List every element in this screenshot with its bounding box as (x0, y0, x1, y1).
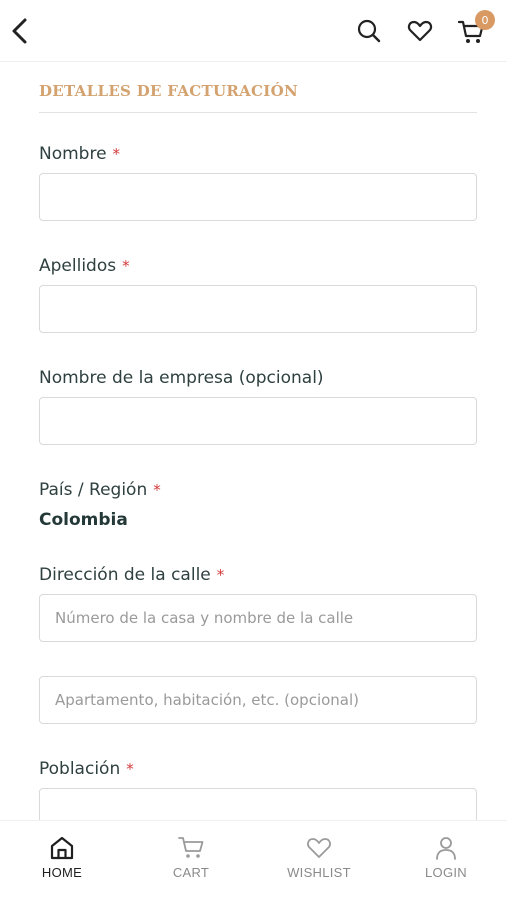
nav-login[interactable]: LOGIN (401, 835, 491, 880)
home-icon (50, 836, 74, 860)
first-name-field[interactable] (39, 173, 477, 221)
nav-login-label: LOGIN (425, 865, 467, 880)
top-bar: 0 (0, 0, 507, 62)
company-label: Nombre de la empresa (opcional) (39, 368, 324, 388)
search-button[interactable] (355, 17, 383, 45)
street-label: Dirección de la calle * (39, 565, 224, 585)
back-button[interactable] (8, 16, 34, 46)
nav-home-label: HOME (41, 865, 83, 880)
heart-icon (407, 20, 433, 42)
required-mark: * (216, 566, 225, 584)
required-mark: * (112, 145, 121, 163)
bottom-nav: HOME CART WISHLIST LOGIN (0, 820, 507, 900)
country-label-text: País / Región (39, 480, 148, 500)
cart-count-badge: 0 (475, 10, 495, 30)
first-name-label-text: Nombre (39, 144, 107, 164)
last-name-label-text: Apellidos (39, 256, 117, 276)
company-label-text: Nombre de la empresa (opcional) (39, 368, 324, 388)
heart-icon (307, 838, 331, 858)
nav-cart-label: CART (172, 865, 210, 880)
required-mark: * (126, 760, 134, 778)
chevron-left-icon (12, 18, 27, 44)
city-field[interactable] (39, 788, 477, 820)
cart-icon (178, 837, 204, 858)
street-label-text: Dirección de la calle (39, 565, 211, 585)
city-label: Población * (39, 759, 134, 779)
required-mark: * (153, 481, 161, 499)
user-icon (436, 837, 456, 860)
section-divider (39, 112, 477, 113)
section-title: DETALLES DE FACTURACIÓN (39, 82, 298, 100)
first-name-label: Nombre * (39, 144, 120, 164)
last-name-label: Apellidos * (39, 256, 130, 276)
street-address-field[interactable] (39, 594, 477, 642)
required-mark: * (122, 257, 130, 275)
nav-home[interactable]: HOME (17, 835, 107, 880)
last-name-field[interactable] (39, 285, 477, 333)
street-address-2-field[interactable] (39, 676, 477, 724)
company-field[interactable] (39, 397, 477, 445)
search-icon (357, 19, 381, 43)
country-value: Colombia (39, 510, 128, 530)
wishlist-button[interactable] (406, 17, 434, 45)
nav-wishlist[interactable]: WISHLIST (274, 835, 364, 880)
nav-wishlist-label: WISHLIST (287, 865, 351, 880)
nav-cart[interactable]: CART (146, 835, 236, 880)
checkout-screen: 0 DETALLES DE FACTURACIÓN Nombre * Apelli… (0, 0, 507, 900)
city-label-text: Población (39, 759, 121, 779)
billing-form: DETALLES DE FACTURACIÓN Nombre * Apellido… (0, 62, 507, 820)
country-label: País / Región * (39, 480, 161, 500)
